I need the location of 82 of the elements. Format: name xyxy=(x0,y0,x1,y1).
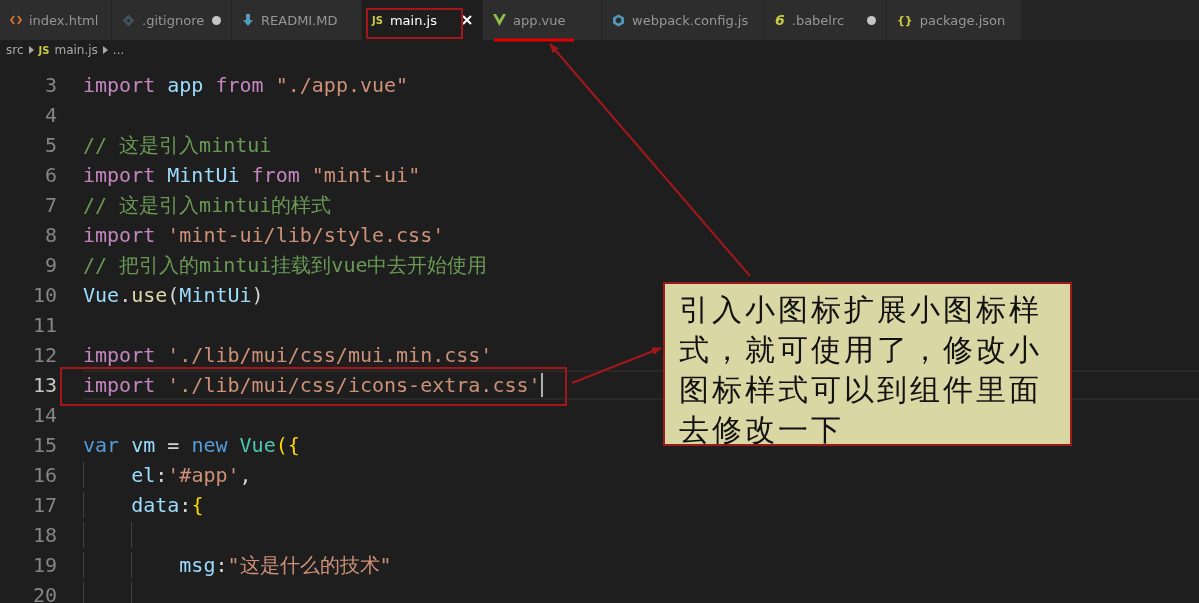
annotation-note: 引入小图标扩展小图标样式，就可使用了，修改小图标样式可以到组件里面去修改一下 xyxy=(663,282,1072,446)
code-token: ({ xyxy=(275,433,300,457)
editor-tab[interactable]: READMI.MD xyxy=(232,0,362,40)
code-token: new xyxy=(190,433,228,457)
code-token: import xyxy=(83,163,156,187)
line-number: 20 xyxy=(31,583,57,603)
breadcrumb-item[interactable]: main.js xyxy=(54,43,98,57)
code-token: vm xyxy=(130,433,156,457)
code-token: from xyxy=(214,73,264,97)
code-token: '#app' xyxy=(167,463,240,487)
line-number: 19 xyxy=(31,553,57,577)
code-token: { xyxy=(191,493,204,517)
code-token: MintUi xyxy=(179,283,252,307)
code-token: // 这是引入mintui xyxy=(83,131,272,159)
code-token: el xyxy=(130,463,156,487)
code-token: use xyxy=(131,283,168,307)
code-token: ) xyxy=(251,283,264,307)
code-token: = xyxy=(166,433,180,457)
code-token: msg xyxy=(178,553,216,577)
breadcrumb-item[interactable]: ... xyxy=(112,43,125,57)
code-token: "mint-ui" xyxy=(310,163,421,187)
line-number: 7 xyxy=(43,193,57,217)
line-number: 3 xyxy=(43,73,57,97)
line-number: 10 xyxy=(31,283,57,307)
code-brackets-icon xyxy=(10,14,22,26)
editor-tab[interactable]: app.vue xyxy=(483,0,602,40)
line-number: 8 xyxy=(43,223,57,247)
line-number: 12 xyxy=(31,343,57,367)
line-number: 9 xyxy=(43,253,57,277)
code-token: data xyxy=(130,493,180,517)
code-token: import xyxy=(83,343,156,367)
code-token: import xyxy=(83,373,156,397)
code-token: . xyxy=(119,283,132,307)
text-cursor xyxy=(540,373,543,397)
code-token: MintUi xyxy=(166,163,240,187)
code-token: 'mint-ui/lib/style.css' xyxy=(166,223,445,247)
code-token: var xyxy=(83,433,120,457)
line-number: 16 xyxy=(31,463,57,487)
code-token: app xyxy=(166,73,204,97)
code-token: : xyxy=(179,493,192,517)
editor-tab[interactable]: webpack.config.js xyxy=(602,0,765,40)
chevron-right-icon xyxy=(102,46,108,54)
diamond-icon xyxy=(122,13,135,27)
breadcrumb-item[interactable]: src xyxy=(6,43,24,57)
code-token: import xyxy=(83,73,156,97)
js-file-icon: JS xyxy=(372,14,383,26)
chevron-right-icon xyxy=(28,46,34,54)
line-number: 14 xyxy=(31,403,57,427)
code-token: // 这是引入mintui的样式 xyxy=(83,191,332,219)
code-token: : xyxy=(215,553,228,577)
code-token: "这是什么的技术" xyxy=(227,551,392,579)
js-file-icon: JS xyxy=(38,44,50,56)
editor-tab[interactable]: 6 .babelrc xyxy=(765,0,887,40)
json-file-icon: {} xyxy=(897,13,913,27)
v-logo-icon xyxy=(493,14,506,26)
code-token: "./app.vue" xyxy=(274,73,409,97)
line-number: 17 xyxy=(31,493,57,517)
line-number: 5 xyxy=(43,133,57,157)
line-number: 6 xyxy=(43,163,57,187)
editor-tab[interactable]: {} package.json xyxy=(887,0,1022,40)
babel-file-icon: 6 xyxy=(775,12,785,28)
close-icon[interactable] xyxy=(462,15,472,25)
code-token: Vue xyxy=(238,433,276,457)
code-token: , xyxy=(239,463,252,487)
line-number: 11 xyxy=(31,313,57,337)
code-token: from xyxy=(250,163,300,187)
code-token: import xyxy=(83,223,156,247)
download-arrow-icon xyxy=(242,13,254,27)
code-token: // 把引入的mintui挂载到vue中去开始使用 xyxy=(83,251,488,279)
code-token: Vue xyxy=(83,283,120,307)
line-number: 13 xyxy=(31,373,57,397)
line-number: 4 xyxy=(43,103,57,127)
editor-tab[interactable]: JS main.js xyxy=(362,0,483,40)
line-number: 15 xyxy=(31,433,57,457)
editor-tab[interactable]: index.html xyxy=(0,0,112,40)
code-token: './lib/mui/css/mui.min.css' xyxy=(166,343,493,367)
code-token: : xyxy=(155,463,168,487)
code-token: './lib/mui/css/icons-extra.css' xyxy=(166,373,541,397)
line-number: 18 xyxy=(31,523,57,547)
code-token: ( xyxy=(167,283,180,307)
cube-icon xyxy=(612,13,625,27)
editor-tab[interactable]: .gitignore xyxy=(112,0,232,40)
